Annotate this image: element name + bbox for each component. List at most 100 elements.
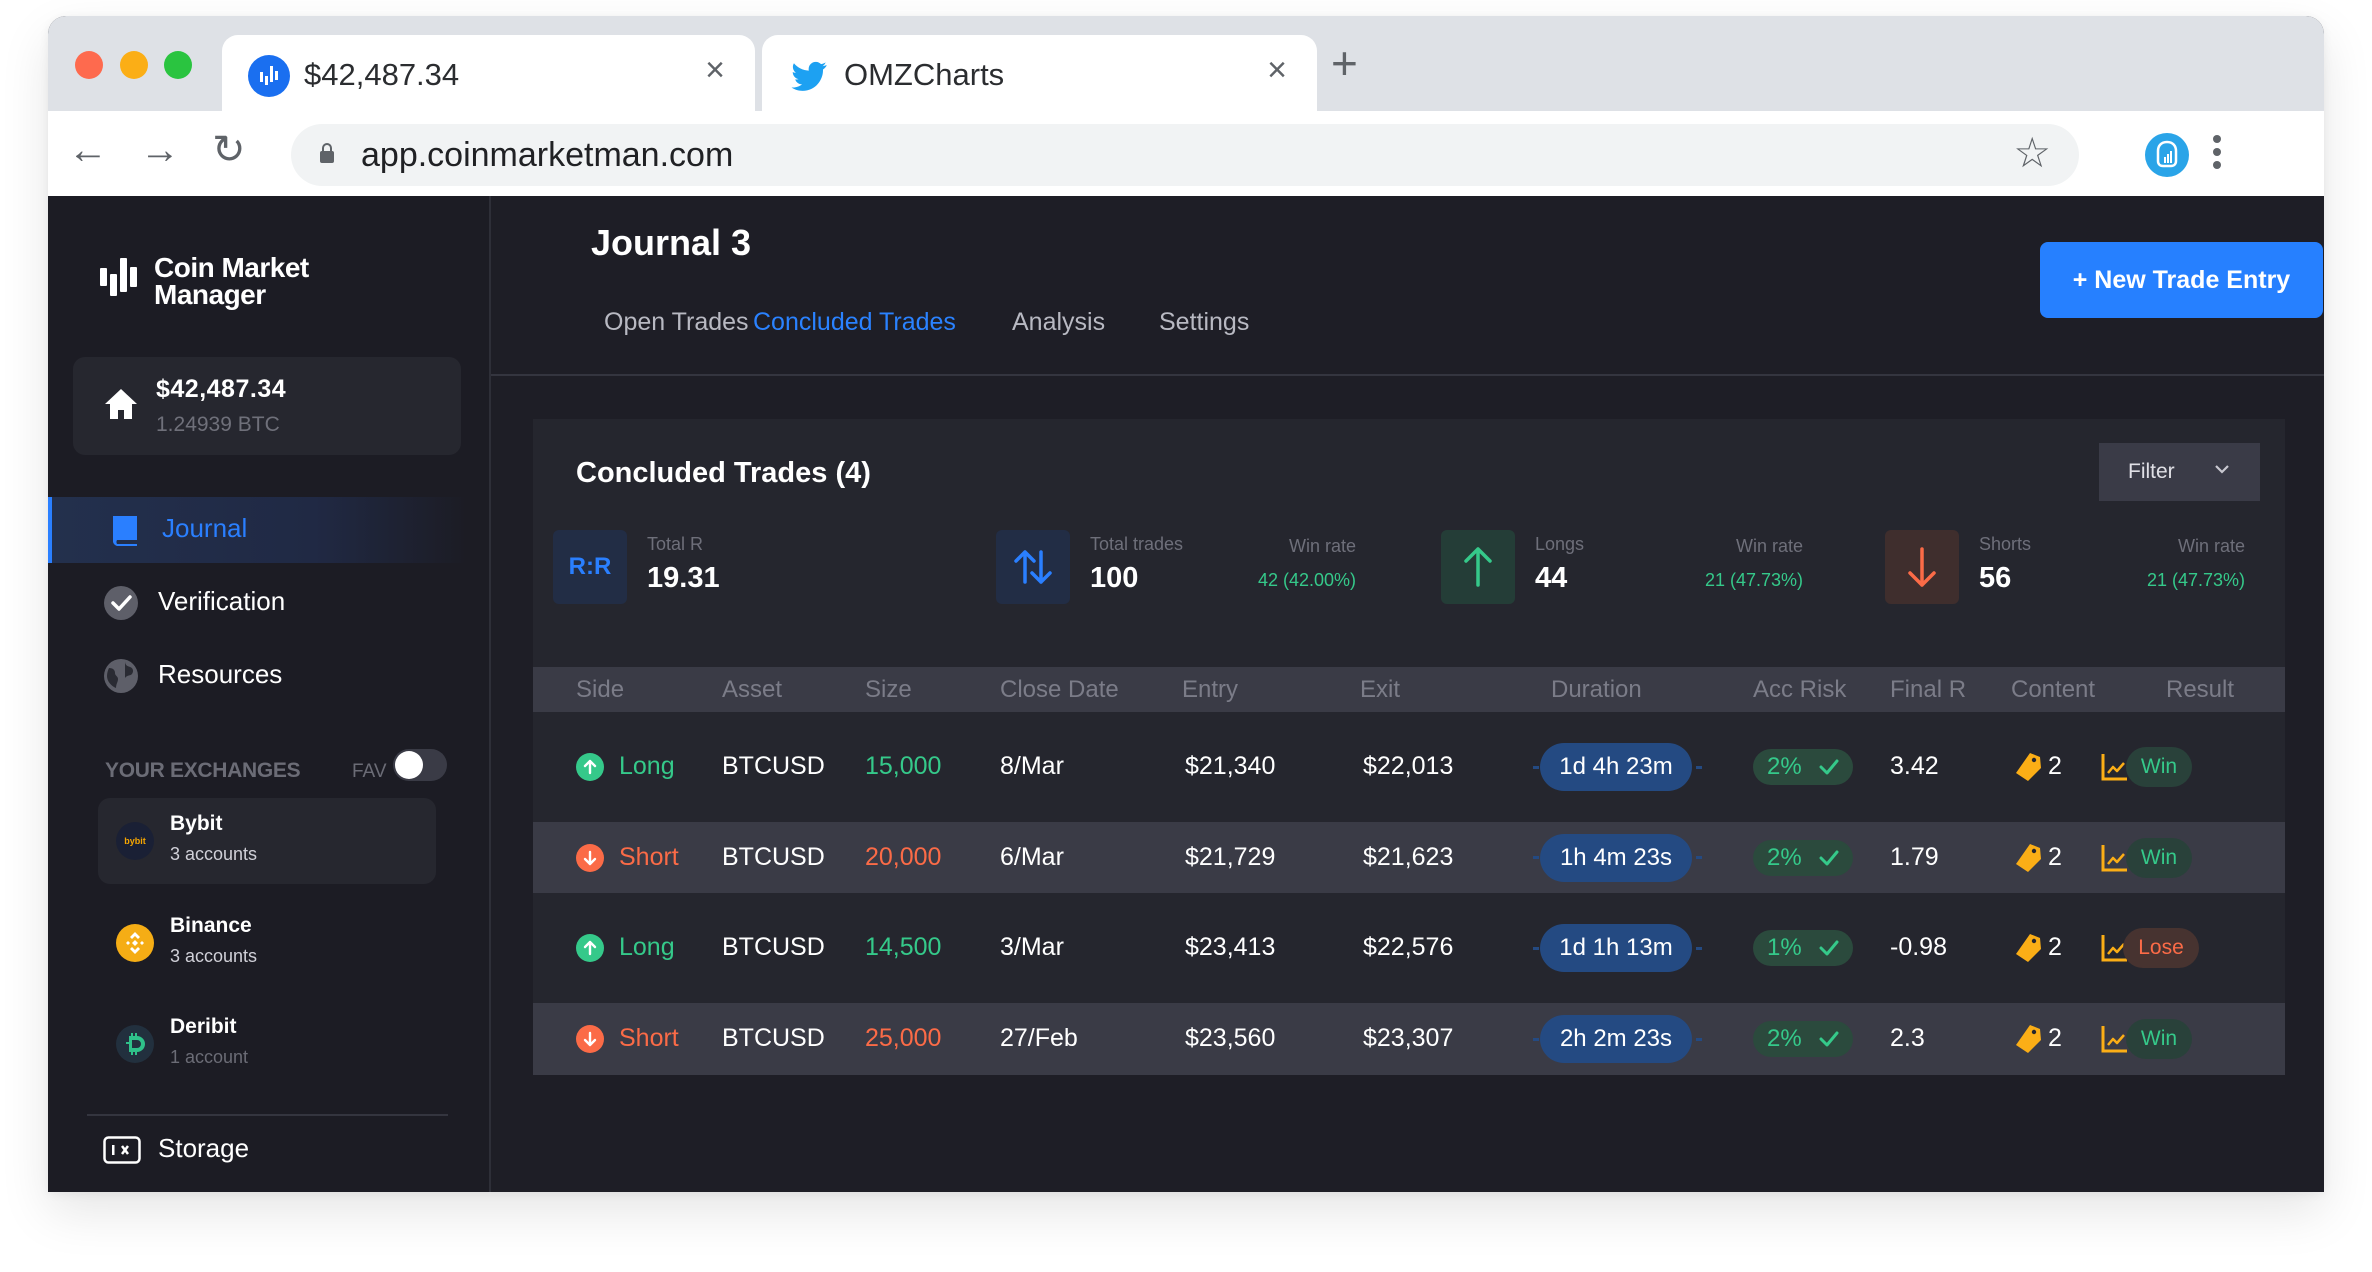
column-header-result[interactable]: Result bbox=[2166, 676, 2234, 704]
exchange-name: Deribit bbox=[170, 1015, 237, 1038]
win-rate-label: Win rate bbox=[1288, 536, 1356, 556]
arrow-down-circle-icon bbox=[576, 1025, 604, 1053]
maximize-window-button[interactable] bbox=[164, 51, 192, 79]
tag-icon[interactable] bbox=[2014, 933, 2042, 963]
exchange-bybit[interactable]: bybit Bybit 3 accounts bbox=[98, 798, 436, 884]
stat-shorts: Shorts 56 Win rate 21 (47.73%) bbox=[1885, 530, 2245, 604]
table-row[interactable]: Long BTCUSD 14,500 3/Mar $23,413 $22,576… bbox=[533, 893, 2285, 1003]
cell-side: Short bbox=[619, 1024, 679, 1052]
sidebar-item-journal[interactable]: Journal bbox=[48, 497, 489, 563]
result-badge: Lose bbox=[2123, 928, 2199, 968]
arrow-up-circle-icon bbox=[576, 934, 604, 962]
duration-connector bbox=[1696, 765, 1702, 769]
reload-button[interactable]: ↻ bbox=[212, 125, 246, 175]
up-down-arrows-icon bbox=[996, 530, 1070, 604]
fav-toggle[interactable] bbox=[393, 749, 447, 781]
logo-text: Coin Market Manager bbox=[154, 252, 309, 310]
fav-label: FAV bbox=[352, 761, 387, 782]
table-row[interactable]: Short BTCUSD 25,000 27/Feb $23,560 $23,3… bbox=[533, 1003, 2285, 1075]
sidebar-item-resources[interactable]: Resources bbox=[48, 643, 489, 709]
column-header-asset[interactable]: Asset bbox=[722, 676, 782, 704]
cell-size: 14,500 bbox=[865, 933, 942, 961]
tab-settings[interactable]: Settings bbox=[1159, 308, 1249, 337]
win-rate-value: 42 (42.00%) bbox=[1257, 570, 1356, 590]
win-rate-label: Win rate bbox=[2177, 536, 2245, 556]
cell-entry: $23,560 bbox=[1185, 1024, 1276, 1052]
duration-connector bbox=[1696, 856, 1702, 859]
coinmarketmanager-logo[interactable]: Coin Market Manager bbox=[100, 254, 340, 314]
minimize-window-button[interactable] bbox=[120, 51, 148, 79]
column-header-side[interactable]: Side bbox=[576, 676, 624, 704]
table-row[interactable]: Short BTCUSD 20,000 6/Mar $21,729 $21,62… bbox=[533, 822, 2285, 893]
deribit-logo-icon bbox=[116, 1025, 154, 1063]
table-row[interactable]: Long BTCUSD 15,000 8/Mar $21,340 $22,013… bbox=[533, 712, 2285, 822]
duration-pill: 1h 4m 23s bbox=[1540, 833, 1692, 882]
chevron-down-icon bbox=[2215, 465, 2229, 474]
close-tab-icon[interactable]: × bbox=[1267, 51, 1287, 90]
column-header-close-date[interactable]: Close Date bbox=[1000, 676, 1119, 704]
column-header-size[interactable]: Size bbox=[865, 676, 912, 704]
tab-concluded-trades[interactable]: Concluded Trades bbox=[753, 308, 956, 337]
lock-icon bbox=[320, 143, 334, 163]
tab-title: OMZCharts bbox=[844, 57, 1005, 92]
exchange-binance[interactable]: Binance 3 accounts bbox=[98, 900, 436, 986]
cell-exit: $23,307 bbox=[1363, 1024, 1454, 1052]
duration-pill: 1d 1h 13m bbox=[1540, 924, 1692, 972]
cell-asset: BTCUSD bbox=[722, 752, 825, 780]
new-tab-button[interactable]: + bbox=[1331, 38, 1358, 88]
browser-menu-icon[interactable] bbox=[2213, 135, 2221, 175]
main-content: Journal 3 Open Trades Concluded Trades A… bbox=[491, 196, 2324, 1192]
chart-icon[interactable] bbox=[2100, 752, 2128, 782]
cell-exit: $22,576 bbox=[1363, 933, 1454, 961]
sidebar-item-storage[interactable]: Storage bbox=[48, 1121, 489, 1181]
exchange-deribit[interactable]: Deribit 1 account bbox=[98, 1001, 436, 1087]
browser-tab-coinmarketman[interactable]: $42,487.34 × bbox=[222, 35, 755, 111]
twitter-bird-icon bbox=[788, 55, 830, 97]
portfolio-balance-card[interactable]: $42,487.34 1.24939 BTC bbox=[73, 357, 461, 455]
sidebar: Coin Market Manager $42,487.34 1.24939 B… bbox=[48, 196, 491, 1192]
tag-icon[interactable] bbox=[2014, 1024, 2042, 1054]
exchange-accounts: 3 accounts bbox=[170, 946, 258, 966]
cell-final-r: 1.79 bbox=[1890, 842, 1939, 871]
check-circle-icon bbox=[104, 586, 138, 620]
column-header-exit[interactable]: Exit bbox=[1360, 676, 1400, 704]
sidebar-divider bbox=[87, 1114, 448, 1116]
column-header-duration[interactable]: Duration bbox=[1551, 676, 1642, 704]
cell-final-r: 3.42 bbox=[1890, 752, 1939, 780]
stat-label: Total R bbox=[647, 534, 704, 554]
home-icon bbox=[105, 389, 137, 419]
close-window-button[interactable] bbox=[75, 51, 103, 79]
chart-icon[interactable] bbox=[2100, 843, 2128, 873]
column-header-content[interactable]: Content bbox=[2011, 676, 2095, 704]
tab-analysis[interactable]: Analysis bbox=[1012, 308, 1105, 337]
stat-value: 44 bbox=[1535, 562, 1568, 594]
close-tab-icon[interactable]: × bbox=[705, 51, 725, 90]
check-icon bbox=[1819, 850, 1839, 865]
cell-entry: $21,340 bbox=[1185, 752, 1276, 780]
book-icon bbox=[113, 516, 137, 546]
column-header-final-r[interactable]: Final R bbox=[1890, 676, 1966, 704]
check-icon bbox=[1819, 940, 1839, 956]
tag-count: 2 bbox=[2048, 1024, 2062, 1052]
back-button[interactable]: ← bbox=[68, 125, 108, 175]
column-header-entry[interactable]: Entry bbox=[1182, 676, 1238, 704]
sidebar-item-verification[interactable]: Verification bbox=[48, 570, 489, 636]
extension-icon[interactable] bbox=[2145, 133, 2189, 177]
bookmark-star-icon[interactable]: ☆ bbox=[2013, 128, 2051, 177]
cell-final-r: 2.3 bbox=[1890, 1024, 1925, 1052]
tag-icon[interactable] bbox=[2014, 843, 2042, 873]
logo-bars-icon bbox=[100, 258, 140, 308]
filter-dropdown[interactable]: Filter bbox=[2099, 443, 2260, 501]
win-rate-value: 21 (47.73%) bbox=[2146, 570, 2245, 590]
address-bar[interactable]: app.coinmarketman.com ☆ bbox=[291, 124, 2079, 186]
forward-button[interactable]: → bbox=[140, 125, 180, 175]
stat-label: Shorts bbox=[1979, 534, 2032, 554]
result-badge: Win bbox=[2126, 837, 2192, 878]
tab-open-trades[interactable]: Open Trades bbox=[604, 308, 749, 337]
browser-tab-omzcharts[interactable]: OMZCharts × bbox=[762, 35, 1317, 111]
column-header-acc-risk[interactable]: Acc Risk bbox=[1753, 676, 1846, 704]
new-trade-entry-button[interactable]: + New Trade Entry bbox=[2040, 242, 2323, 318]
chart-icon[interactable] bbox=[2100, 1024, 2128, 1054]
cell-exit: $21,623 bbox=[1363, 842, 1454, 871]
tag-icon[interactable] bbox=[2014, 752, 2042, 782]
